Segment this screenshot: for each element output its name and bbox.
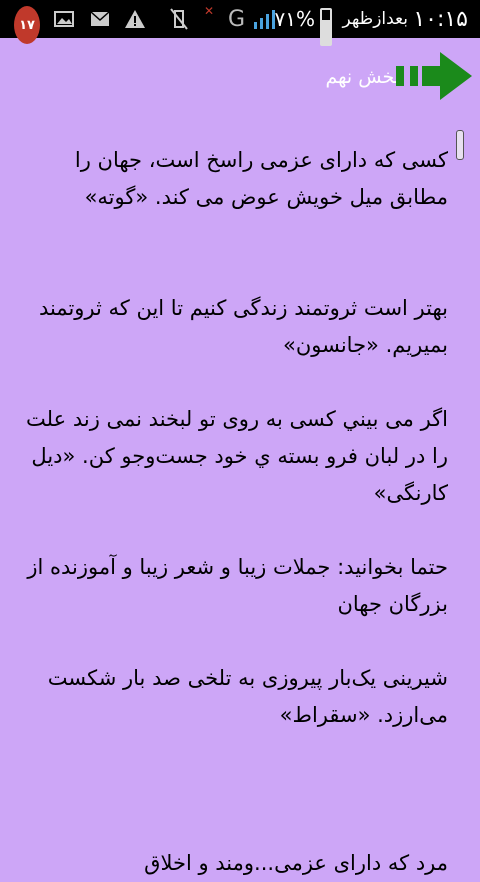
quotes-content: کسی که دارای عزمی راسخ است، جهان را مطاب… [20, 142, 448, 882]
mail-icon [90, 0, 110, 38]
warning-icon [124, 0, 146, 38]
scrollbar-thumb[interactable] [456, 130, 464, 160]
quote-paragraph: مرد که دارای عزمی...ومند و اخلاق [144, 851, 448, 875]
status-bar: ۱۷ ✕ G ۷۱% بعدازظهر ۱۰:۱۵ [0, 0, 480, 46]
quote-paragraph: اگر می بيني کسی به روی تو لبخند نمی زند … [26, 407, 448, 505]
page-title: بخش نهم [325, 66, 400, 88]
time-period-label: بعدازظهر [342, 9, 408, 29]
network-type-icon: ✕ G [204, 4, 246, 32]
mute-icon [170, 0, 188, 38]
quote-paragraph[interactable]: حتما بخوانید: جملات زیبا و شعر زیبا و آم… [20, 549, 448, 623]
quote-paragraph: کسی که دارای عزمی راسخ است، جهان را مطاب… [74, 148, 448, 209]
quote-paragraph: بهتر است ثروتمند زندگی کنیم تا این که ثر… [38, 296, 448, 357]
next-arrow-icon[interactable] [394, 50, 474, 102]
battery-percent: ۷۱% [274, 7, 316, 31]
signal-icon [252, 0, 276, 38]
clock: ۱۰:۱۵ [413, 6, 468, 32]
quote-paragraph: شیرینی یک‌بار پیروزی به تلخی صد بار شکست… [47, 666, 448, 727]
header-bar: بخش نهم [0, 38, 480, 114]
image-icon [54, 0, 74, 38]
